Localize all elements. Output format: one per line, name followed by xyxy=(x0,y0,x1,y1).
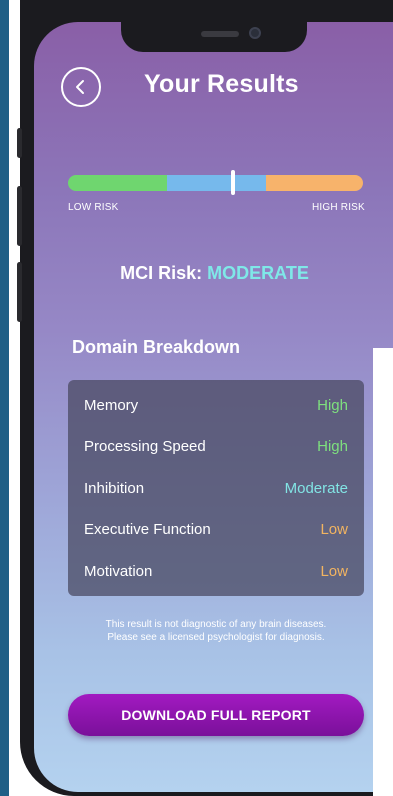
phone-volume-up xyxy=(17,186,22,246)
risk-segment-moderate xyxy=(167,175,266,191)
risk-segment-high xyxy=(266,175,363,191)
domain-row-processing-speed: Processing Speed High xyxy=(84,431,348,461)
phone-notch xyxy=(121,22,307,52)
front-camera xyxy=(249,27,261,39)
disclaimer-line: Please see a licensed psychologist for d… xyxy=(107,632,325,643)
domain-row-executive-function: Executive Function Low xyxy=(84,514,348,544)
domain-level: Moderate xyxy=(284,479,348,497)
domain-name: Executive Function xyxy=(84,520,211,538)
back-button[interactable] xyxy=(61,67,101,107)
mci-risk-label: MCI Risk: xyxy=(120,263,203,283)
download-report-button[interactable]: DOWNLOAD FULL REPORT xyxy=(68,694,364,736)
background-edge xyxy=(0,0,9,796)
phone-mute-switch xyxy=(17,128,22,158)
mci-risk-summary: MCI Risk: MODERATE xyxy=(0,263,393,284)
domain-name: Processing Speed xyxy=(84,437,206,455)
domain-name: Inhibition xyxy=(84,479,145,497)
domain-row-inhibition: Inhibition Moderate xyxy=(84,473,348,503)
speaker-grille xyxy=(201,31,239,37)
chevron-left-icon xyxy=(76,80,84,94)
disclaimer-text: This result is not diagnostic of any bra… xyxy=(60,618,372,644)
background-patch xyxy=(373,348,393,796)
domain-level: Low xyxy=(320,562,348,580)
domain-level: High xyxy=(317,437,348,455)
domain-name: Memory xyxy=(84,396,139,414)
low-risk-label: LOW RISK xyxy=(68,202,119,213)
domain-row-motivation: Motivation Low xyxy=(84,556,348,586)
domain-level: High xyxy=(317,396,348,414)
domain-breakdown-panel: Memory High Processing Speed High Inhibi… xyxy=(68,380,364,596)
mci-risk-value: MODERATE xyxy=(207,263,309,283)
disclaimer-line: This result is not diagnostic of any bra… xyxy=(105,619,327,630)
page-title: Your Results xyxy=(144,70,299,98)
risk-marker xyxy=(231,170,235,195)
domain-name: Motivation xyxy=(84,562,153,580)
domain-level: Low xyxy=(320,520,348,538)
domain-row-memory: Memory High xyxy=(84,390,348,420)
domain-breakdown-title: Domain Breakdown xyxy=(72,337,241,357)
high-risk-label: HIGH RISK xyxy=(312,202,365,213)
risk-segment-low xyxy=(68,175,167,191)
risk-scale-bar xyxy=(68,175,363,191)
